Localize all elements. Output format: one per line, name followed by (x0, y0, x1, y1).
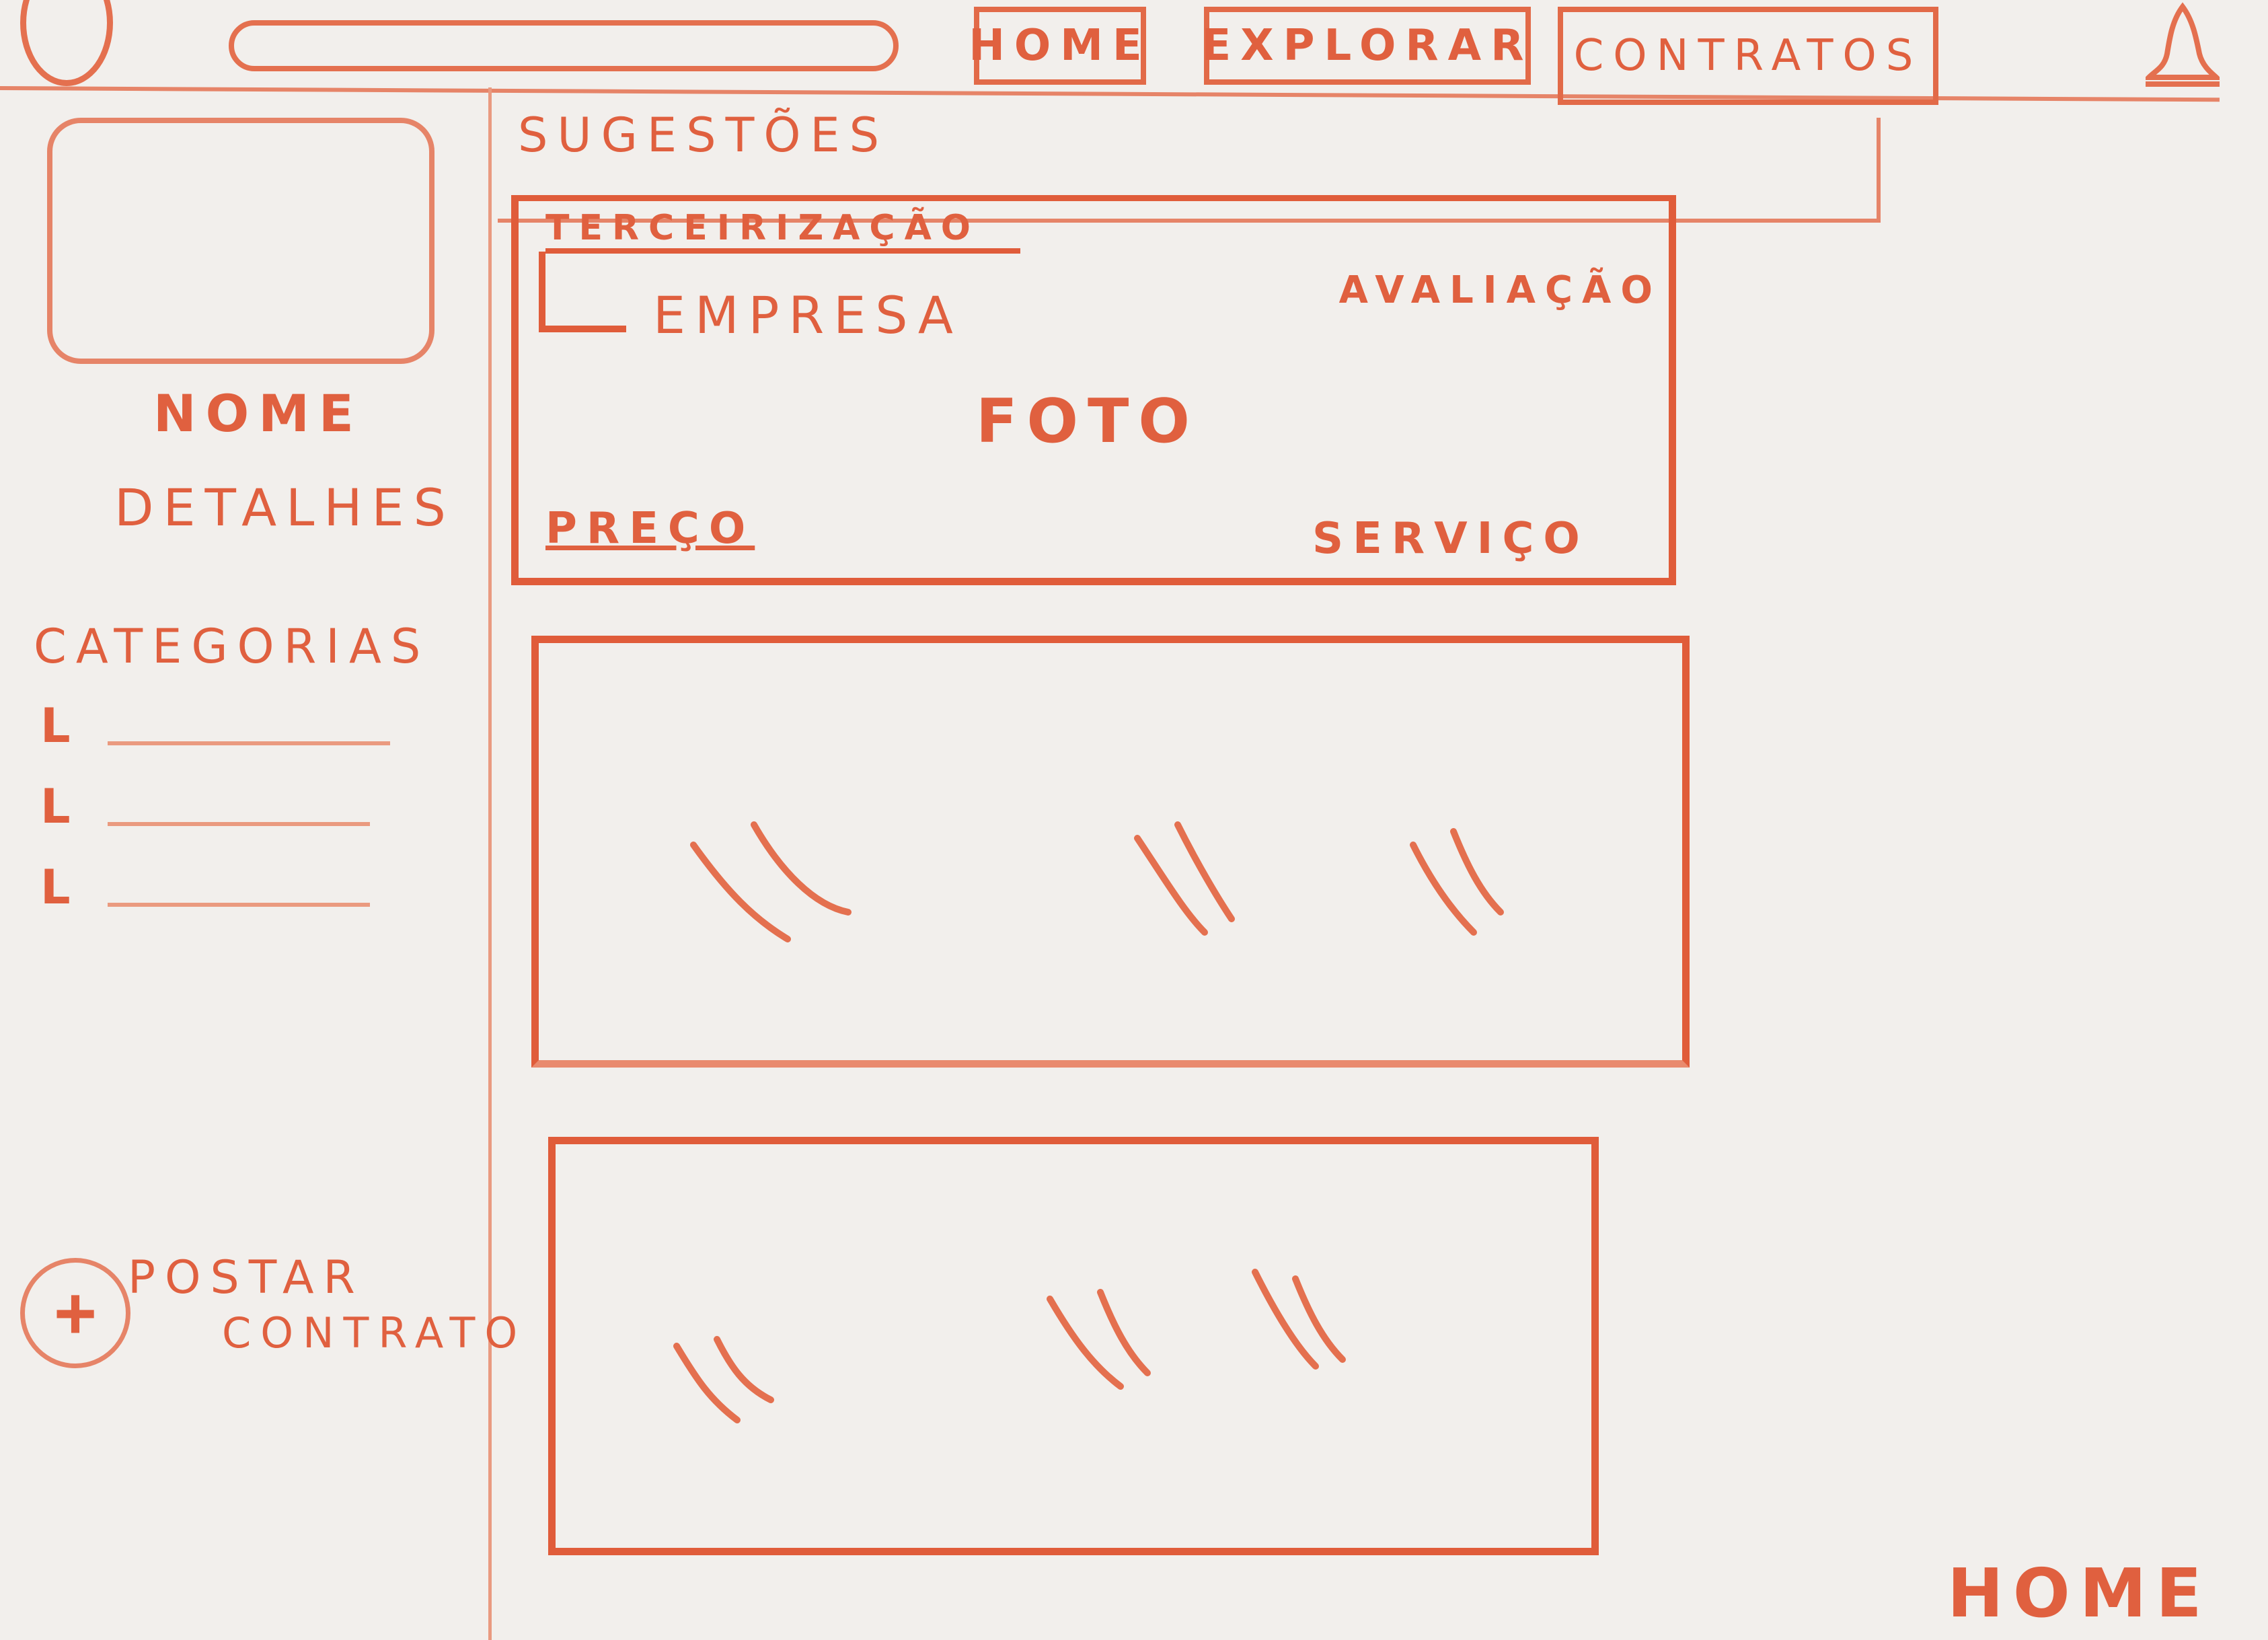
category-marker: L (40, 698, 80, 753)
category-placeholder-line (108, 741, 390, 745)
user-avatar[interactable] (20, 0, 113, 86)
category-marker: L (40, 860, 80, 915)
card-rating: AVALIAÇÃO (1338, 268, 1662, 312)
tab-explorar[interactable]: EXPLORAR (1202, 7, 1531, 85)
category-marker: L (40, 779, 80, 834)
tab-contratos[interactable]: CONTRATOS (1558, 7, 1938, 105)
suggestion-card[interactable]: TERCEIRIZAÇÃO EMPRESA AVALIAÇÃO FOTO PRE… (511, 195, 1676, 585)
category-placeholder-line (108, 822, 370, 826)
card-price: PREÇO (545, 504, 755, 554)
post-contract-label: CONTRATO (222, 1308, 527, 1357)
post-contract-label: POSTAR (128, 1251, 365, 1304)
card-category: TERCEIRIZAÇÃO (545, 208, 1021, 254)
search-input[interactable] (229, 20, 899, 71)
card-company: EMPRESA (653, 285, 962, 345)
bell-icon[interactable] (2146, 0, 2220, 87)
profile-details: DETALHES (114, 478, 455, 537)
card-service: SERVIÇO (1312, 514, 1589, 564)
category-item[interactable]: L (40, 779, 370, 834)
sidebar-divider (488, 87, 492, 1640)
suggestions-title: SUGESTÕES (518, 108, 889, 163)
profile-photo (47, 118, 434, 364)
plus-icon: + (20, 1258, 130, 1368)
profile-name: NOME (153, 383, 363, 443)
image-placeholder-icon (690, 821, 1504, 942)
post-contract-button[interactable]: + POSTAR CONTRATO (13, 1238, 517, 1372)
categories-title: CATEGORIAS (34, 619, 430, 674)
category-item[interactable]: L (40, 698, 390, 753)
category-placeholder-line (108, 903, 370, 907)
card-photo: FOTO (976, 386, 1199, 457)
tab-home[interactable]: HOME (969, 7, 1146, 85)
image-placeholder-icon (673, 1269, 1346, 1423)
category-item[interactable]: L (40, 860, 370, 915)
suggestion-card[interactable] (548, 1137, 1599, 1555)
suggestion-card[interactable] (531, 636, 1690, 1068)
page-label: HOME (1947, 1554, 2212, 1633)
subcategory-marker (539, 252, 626, 332)
